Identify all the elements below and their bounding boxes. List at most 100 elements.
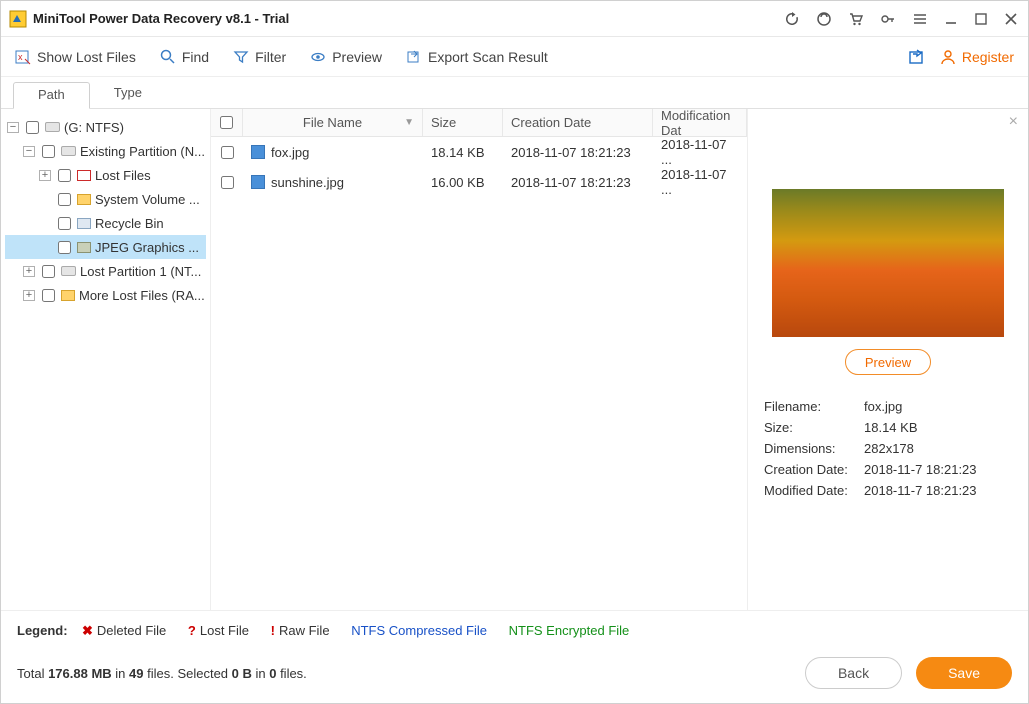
column-size[interactable]: Size xyxy=(423,109,503,136)
cart-icon[interactable] xyxy=(848,11,864,27)
tree-checkbox[interactable] xyxy=(58,241,71,254)
tree-checkbox[interactable] xyxy=(58,169,71,182)
legend-raw: !Raw File xyxy=(271,623,330,638)
collapse-icon[interactable]: − xyxy=(23,146,35,157)
tree-item[interactable]: + More Lost Files (RA... xyxy=(5,283,206,307)
file-row[interactable]: sunshine.jpg 16.00 KB 2018-11-07 18:21:2… xyxy=(211,167,747,197)
tree-item-label: System Volume ... xyxy=(95,192,200,207)
folder-icon xyxy=(77,194,91,205)
key-icon[interactable] xyxy=(880,11,896,27)
lost-folder-icon xyxy=(77,170,91,181)
file-list-header: File Name ▼ Size Creation Date Modificati… xyxy=(211,109,747,137)
column-modification-date[interactable]: Modification Dat xyxy=(653,109,747,136)
tree-checkbox[interactable] xyxy=(42,265,55,278)
show-lost-files-button[interactable]: x Show Lost Files xyxy=(15,49,136,65)
file-size: 18.14 KB xyxy=(423,137,503,167)
tree-item-selected[interactable]: JPEG Graphics ... xyxy=(5,235,206,259)
legend-ntfs-encrypted: NTFS Encrypted File xyxy=(509,623,630,638)
image-file-icon xyxy=(251,145,265,159)
meta-dim-label: Dimensions: xyxy=(764,441,864,456)
column-name[interactable]: File Name ▼ xyxy=(243,109,423,136)
preview-pane: × Preview Filename:fox.jpg Size:18.14 KB… xyxy=(748,109,1028,610)
file-checkbox[interactable] xyxy=(221,176,234,189)
legend-ntfs-compressed: NTFS Compressed File xyxy=(351,623,487,638)
tree-item[interactable]: + Lost Partition 1 (NT... xyxy=(5,259,206,283)
meta-cdate-label: Creation Date: xyxy=(764,462,864,477)
export-icon xyxy=(406,49,422,65)
meta-cdate: 2018-11-7 18:21:23 xyxy=(864,462,977,477)
close-icon[interactable] xyxy=(1004,12,1018,26)
export-button[interactable]: Export Scan Result xyxy=(406,49,548,65)
file-name: sunshine.jpg xyxy=(271,175,344,190)
column-creation-date[interactable]: Creation Date xyxy=(503,109,653,136)
back-button[interactable]: Back xyxy=(805,657,902,689)
recycle-bin-icon xyxy=(77,218,91,229)
expand-icon[interactable]: + xyxy=(23,266,35,277)
preview-open-button[interactable]: Preview xyxy=(845,349,931,375)
legend-label: Legend: xyxy=(17,623,68,638)
tree-item-label: Existing Partition (N... xyxy=(80,144,205,159)
expand-icon[interactable]: + xyxy=(23,290,35,301)
support-icon[interactable] xyxy=(816,11,832,27)
tab-type[interactable]: Type xyxy=(90,81,166,108)
sort-desc-icon: ▼ xyxy=(404,117,414,128)
legend-deleted: ✖Deleted File xyxy=(82,623,166,638)
meta-dim: 282x178 xyxy=(864,441,914,456)
tree-checkbox[interactable] xyxy=(58,217,71,230)
file-row[interactable]: fox.jpg 18.14 KB 2018-11-07 18:21:23 201… xyxy=(211,137,747,167)
tree-item[interactable]: System Volume ... xyxy=(5,187,206,211)
main-area: − (G: NTFS) − Existing Partition (N... +… xyxy=(1,109,1028,610)
file-checkbox[interactable] xyxy=(221,146,234,159)
toolbar: x Show Lost Files Find Filter Preview Ex… xyxy=(1,37,1028,77)
svg-text:x: x xyxy=(18,52,23,62)
meta-size-label: Size: xyxy=(764,420,864,435)
preview-image xyxy=(772,189,1004,337)
tree-item-label: More Lost Files (RA... xyxy=(79,288,205,303)
filter-button[interactable]: Filter xyxy=(233,49,286,65)
legend-lost: ?Lost File xyxy=(188,623,249,638)
meta-filename-label: Filename: xyxy=(764,399,864,414)
close-preview-icon[interactable]: × xyxy=(1009,113,1018,131)
tab-path[interactable]: Path xyxy=(13,82,90,109)
tree-root-label: (G: NTFS) xyxy=(64,120,124,135)
refresh-icon[interactable] xyxy=(784,11,800,27)
list-icon: x xyxy=(15,49,31,65)
tree-spacer xyxy=(39,194,51,205)
minimize-icon[interactable] xyxy=(944,12,958,26)
collapse-icon[interactable]: − xyxy=(7,122,19,133)
tree-checkbox[interactable] xyxy=(58,193,71,206)
disk-icon xyxy=(61,146,76,156)
filter-icon xyxy=(233,49,249,65)
tree-item[interactable]: − Existing Partition (N... xyxy=(5,139,206,163)
titlebar: MiniTool Power Data Recovery v8.1 - Tria… xyxy=(1,1,1028,37)
user-icon xyxy=(940,49,956,65)
tree-item-label: Lost Partition 1 (NT... xyxy=(80,264,201,279)
tree-item[interactable]: Recycle Bin xyxy=(5,211,206,235)
app-icon xyxy=(9,10,27,28)
expand-icon[interactable]: + xyxy=(39,170,51,181)
share-icon[interactable] xyxy=(908,48,926,66)
folder-icon xyxy=(77,242,91,253)
tree-root[interactable]: − (G: NTFS) xyxy=(5,115,206,139)
maximize-icon[interactable] xyxy=(974,12,988,26)
register-button[interactable]: Register xyxy=(940,49,1014,65)
raw-folder-icon xyxy=(61,290,75,301)
tree-item-label: Lost Files xyxy=(95,168,151,183)
file-mdate: 2018-11-07 ... xyxy=(653,167,747,197)
menu-icon[interactable] xyxy=(912,11,928,27)
file-name: fox.jpg xyxy=(271,145,309,160)
footer: Total 176.88 MB in 49 files. Selected 0 … xyxy=(1,647,1028,703)
column-name-label: File Name xyxy=(303,115,362,130)
folder-tree: − (G: NTFS) − Existing Partition (N... +… xyxy=(1,109,211,610)
find-button[interactable]: Find xyxy=(160,49,209,65)
tree-checkbox[interactable] xyxy=(42,145,55,158)
preview-button[interactable]: Preview xyxy=(310,49,382,65)
save-button[interactable]: Save xyxy=(916,657,1012,689)
window-title: MiniTool Power Data Recovery v8.1 - Tria… xyxy=(33,11,289,26)
tree-checkbox[interactable] xyxy=(42,289,55,302)
select-all-checkbox[interactable] xyxy=(220,116,233,129)
tree-checkbox[interactable] xyxy=(26,121,39,134)
tree-item-label: Recycle Bin xyxy=(95,216,164,231)
tree-item[interactable]: + Lost Files xyxy=(5,163,206,187)
file-list: File Name ▼ Size Creation Date Modificati… xyxy=(211,109,748,610)
